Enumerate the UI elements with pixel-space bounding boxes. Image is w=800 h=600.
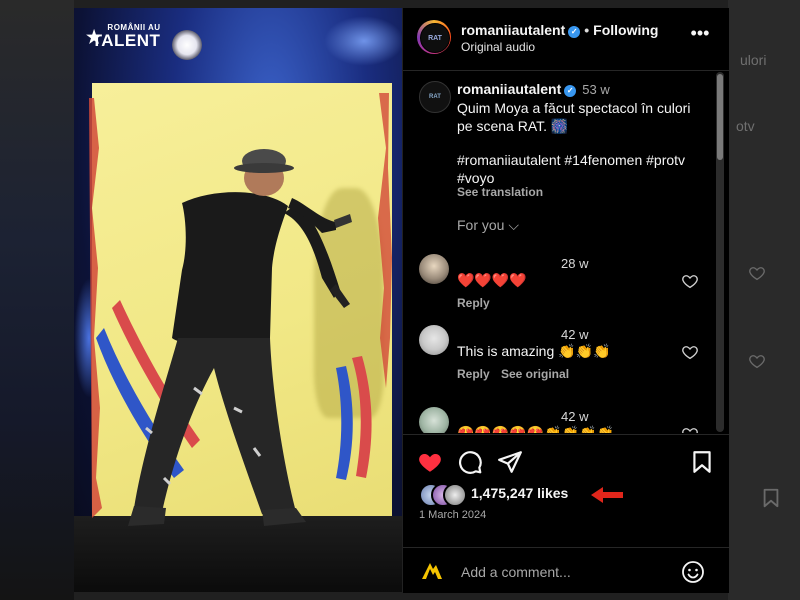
comment-item: 28 w ❤️❤️❤️❤️ Reply <box>403 254 729 326</box>
caption-hashtags[interactable]: #romaniiautalent #14fenomen #protv #voyo <box>457 151 707 187</box>
background-heart-icon <box>748 264 766 282</box>
comment-time: 42 w <box>561 327 589 342</box>
background-ghost-text: otv <box>736 118 755 134</box>
background-bookmark-icon <box>760 486 782 510</box>
background-ghost-text: ulori <box>740 52 767 68</box>
for-you-sort-dropdown[interactable]: For you ⌵ <box>457 217 519 234</box>
comments-scroll-area[interactable]: RAT romaniiautalent ✓ 53 w Quim Moya a făc… <box>403 71 729 433</box>
emoji-picker-icon[interactable] <box>681 560 705 584</box>
original-audio-link[interactable]: Original audio <box>461 40 535 54</box>
comment-text: ❤️❤️❤️❤️ <box>457 272 527 288</box>
save-bookmark-icon[interactable] <box>689 449 715 475</box>
stage-spotlight <box>172 30 202 60</box>
background-heart-icon <box>748 352 766 370</box>
comment-time: 28 w <box>561 256 589 271</box>
post-media-video[interactable]: ★ ROMÂNII AU TALENT <box>74 8 402 592</box>
post-header: RAT romaniiautalent ✓ • Following Original … <box>403 8 729 71</box>
see-original-link[interactable]: See original <box>501 367 569 381</box>
show-logo: ★ ROMÂNII AU TALENT <box>86 23 166 50</box>
logo-star-icon: ★ <box>86 27 103 47</box>
caption-text: Quim Moya a făcut spectacol în culori pe… <box>457 100 691 134</box>
post-details-panel: RAT romaniiautalent ✓ • Following Original … <box>402 8 729 593</box>
post-actions-section: 1,475,247 likes 1 March 2024 <box>403 434 729 593</box>
comments-scrollbar[interactable] <box>716 72 724 432</box>
comment-like-heart-icon[interactable] <box>681 272 699 290</box>
caption-time: 53 w <box>582 82 610 97</box>
header-username[interactable]: romaniiautalent <box>461 22 565 38</box>
scrollbar-thumb[interactable] <box>717 74 723 160</box>
add-comment-input[interactable] <box>461 564 661 580</box>
verified-badge-icon: ✓ <box>564 85 577 97</box>
header-separator: • <box>584 22 590 38</box>
like-heart-icon[interactable] <box>417 449 443 475</box>
brand-logo-icon <box>419 558 445 582</box>
following-button[interactable]: Following <box>593 22 658 38</box>
comment-item: 42 w 😍😍😍😍😍👏👏👏👏 <box>403 407 729 433</box>
comment-like-heart-icon[interactable] <box>681 425 699 433</box>
share-paper-plane-icon[interactable] <box>497 449 523 475</box>
caption-header: romaniiautalent ✓ 53 w <box>457 81 610 97</box>
comment-bubble-icon[interactable] <box>457 449 483 475</box>
comment-text: 😍😍😍😍😍👏👏👏👏 <box>457 425 614 433</box>
caption-username[interactable]: romaniiautalent <box>457 81 561 97</box>
comment-avatar[interactable] <box>419 254 449 284</box>
painter-figure <box>89 93 392 526</box>
likes-count[interactable]: 1,475,247 likes <box>471 485 568 501</box>
comment-text: This is amazing 👏👏👏 <box>457 343 611 359</box>
see-translation-link[interactable]: See translation <box>457 185 543 199</box>
comment-avatar[interactable] <box>419 325 449 355</box>
comment-like-heart-icon[interactable] <box>681 343 699 361</box>
add-comment-bar <box>403 547 729 594</box>
verified-badge-icon: ✓ <box>568 26 581 38</box>
more-options-button[interactable]: ••• <box>689 24 711 48</box>
account-avatar-image: RAT <box>420 23 450 53</box>
liker-avatar <box>443 483 467 507</box>
caption-avatar[interactable]: RAT <box>419 81 451 113</box>
comment-reply-button[interactable]: Reply <box>457 296 490 310</box>
background-left-strip <box>0 0 74 600</box>
comment-item: 42 w This is amazing 👏👏👏 Reply See origi… <box>403 325 729 397</box>
post-date[interactable]: 1 March 2024 <box>419 509 486 521</box>
account-avatar[interactable]: RAT <box>417 20 451 54</box>
comment-reply-button[interactable]: Reply <box>457 367 490 381</box>
red-arrow-annotation-icon <box>591 487 623 503</box>
header-user-line: romaniiautalent ✓ • Following <box>461 22 658 38</box>
comment-time: 42 w <box>561 409 589 424</box>
comment-avatar[interactable] <box>419 407 449 433</box>
